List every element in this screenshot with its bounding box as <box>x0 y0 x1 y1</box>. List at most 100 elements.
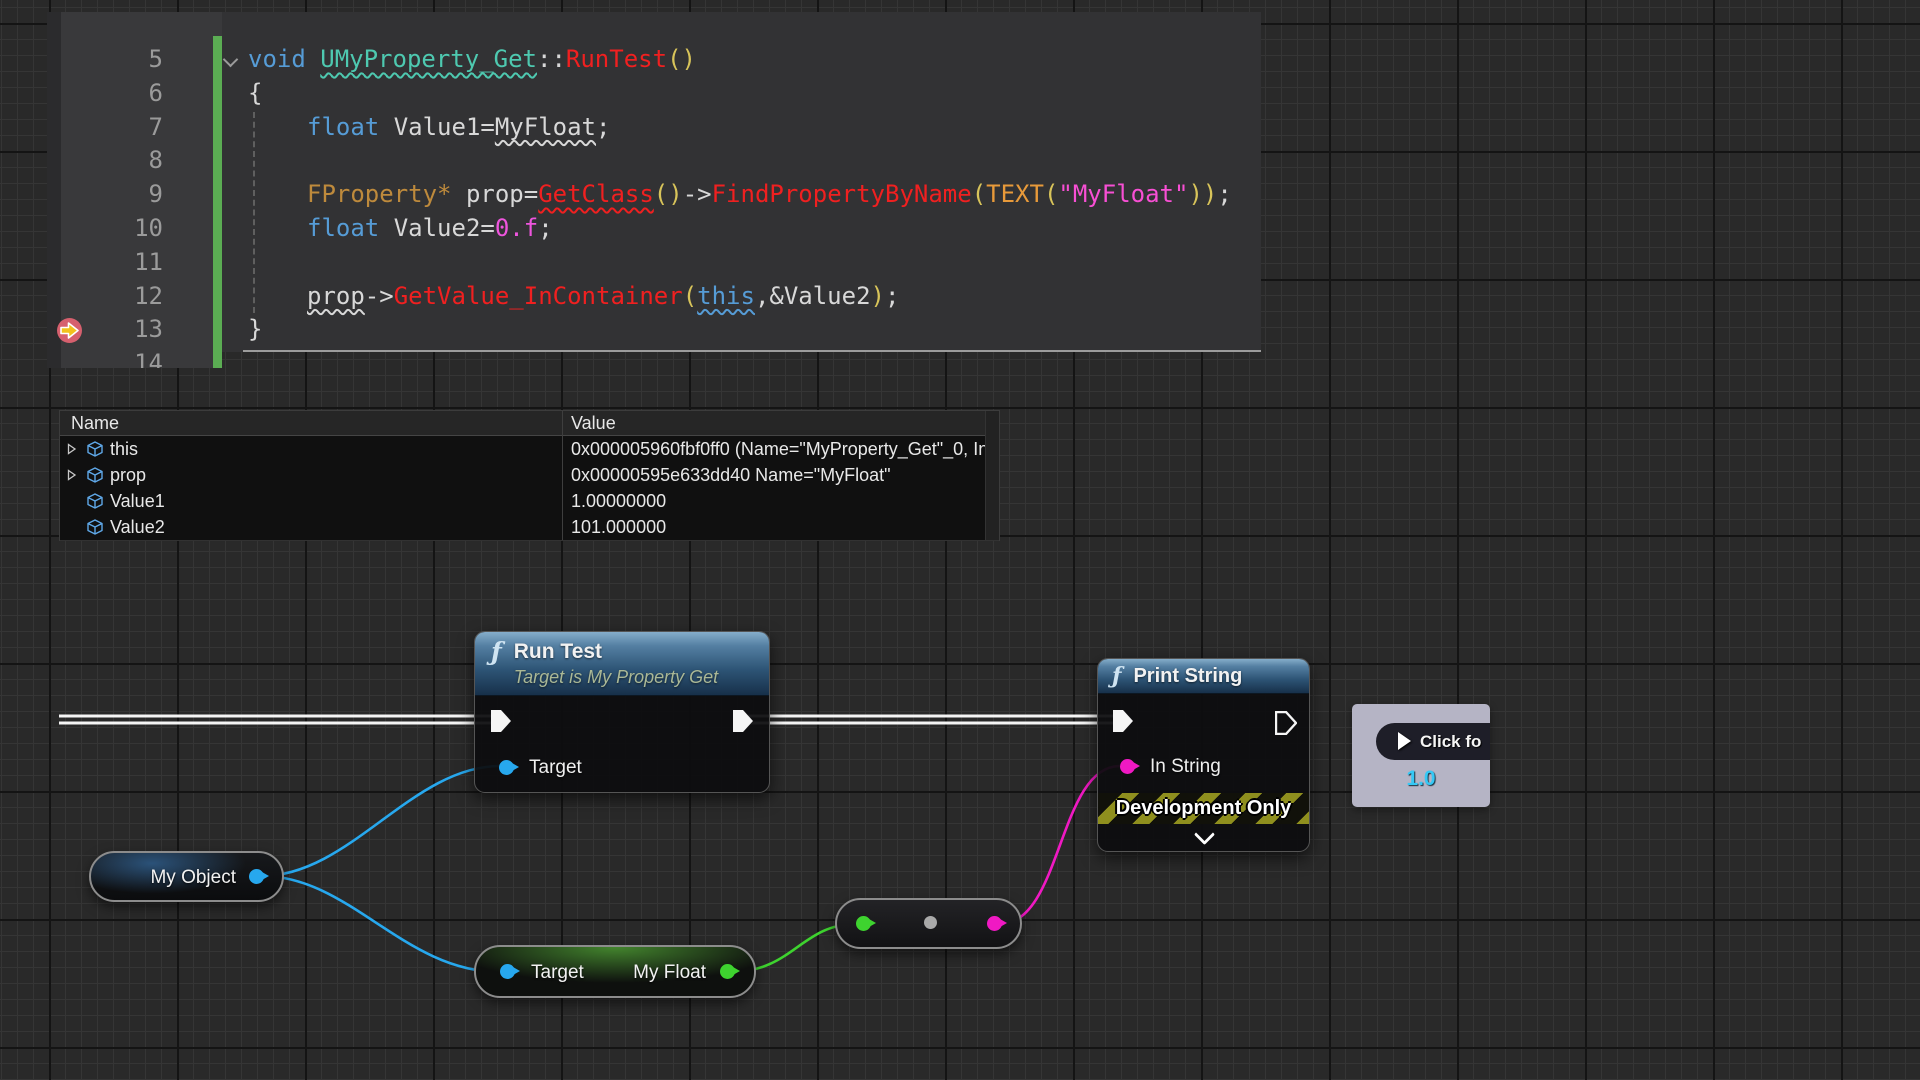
code-token: ; <box>538 214 552 242</box>
exec-out-pin[interactable] <box>732 709 754 733</box>
line-number[interactable]: 6 <box>47 77 163 111</box>
column-name-header[interactable]: Name <box>71 413 119 434</box>
code-token: void <box>248 45 320 73</box>
variable-value: 0x00000595e633dd40 Name="MyFloat" <box>571 465 891 486</box>
code-token: )) <box>1188 180 1217 208</box>
code-token: ) <box>871 282 885 310</box>
code-token: MyFloat <box>495 113 596 141</box>
code-lines[interactable]: void UMyProperty_Get::RunTest(){float Va… <box>222 12 1261 352</box>
variable-icon <box>86 492 104 510</box>
code-token: ; <box>1217 180 1231 208</box>
getter-target-pin[interactable] <box>500 964 515 979</box>
my-float-output-pin[interactable] <box>720 964 735 979</box>
code-line: float Value1=MyFloat; <box>222 111 1261 145</box>
watch-row[interactable]: Value1 1.00000000 <box>60 488 999 515</box>
saved-changes-bar <box>213 36 222 368</box>
development-only-label: Development Only <box>1116 797 1292 820</box>
code-line <box>222 246 1261 280</box>
my-float-label: My Float <box>633 963 706 982</box>
debug-value: 1.0 <box>1352 767 1490 791</box>
code-token: ( <box>683 282 697 310</box>
line-number[interactable]: 9 <box>47 178 163 212</box>
node-print-string[interactable]: ƒ Print String In String Development Onl… <box>1097 658 1310 852</box>
my-object-label: My Object <box>150 868 236 887</box>
watch-scrollbar[interactable] <box>985 411 999 540</box>
column-value-header[interactable]: Value <box>571 413 616 434</box>
in-string-pin[interactable] <box>1120 759 1135 774</box>
wire-myobject-to-getter-target <box>262 876 500 972</box>
code-token: RunTest <box>566 45 667 73</box>
node-run-test-header[interactable]: ƒ Run Test Target is My Property Get <box>475 632 769 696</box>
line-number[interactable]: 7 <box>47 111 163 145</box>
line-number[interactable]: 11 <box>47 246 163 280</box>
code-token: () <box>667 45 696 73</box>
click-for-more-label: Click fo <box>1420 732 1481 752</box>
code-token: this <box>697 282 755 310</box>
code-token: FProperty* <box>307 180 452 208</box>
node-float-to-string-conversion[interactable] <box>835 898 1022 949</box>
fold-chevron-icon[interactable] <box>223 52 239 68</box>
code-token: ( <box>1044 180 1058 208</box>
node-print-string-header[interactable]: ƒ Print String <box>1098 659 1309 694</box>
getter-target-label: Target <box>531 963 584 982</box>
code-token: TEXT <box>986 180 1044 208</box>
code-line: FProperty* prop=GetClass()->FindProperty… <box>222 178 1261 212</box>
play-cursor-icon <box>1398 732 1411 750</box>
code-token: () <box>654 180 683 208</box>
line-number[interactable]: 12 <box>47 280 163 314</box>
exec-in-pin[interactable] <box>490 709 512 733</box>
code-token: "MyFloat" <box>1058 180 1188 208</box>
node-run-test[interactable]: ƒ Run Test Target is My Property Get Tar… <box>474 631 770 793</box>
conversion-output-pin[interactable] <box>987 916 1002 931</box>
watch-window: Name Value this 0x000005960fbf0ff0 (Name=… <box>59 410 1000 541</box>
variable-name: this <box>110 439 138 460</box>
code-line: void UMyProperty_Get::RunTest() <box>222 43 1261 77</box>
code-token: prop= <box>452 180 539 208</box>
my-object-output-pin[interactable] <box>249 869 264 884</box>
function-icon: ƒ <box>491 639 502 665</box>
code-token: ; <box>596 113 610 141</box>
code-token: GetClass <box>538 180 654 208</box>
watch-row[interactable]: prop0x00000595e633dd40 Name="MyFloat" <box>60 462 999 489</box>
code-token: float <box>307 214 394 242</box>
code-token: ,&Value2 <box>755 282 871 310</box>
watch-row[interactable]: Value2101.000000 <box>60 514 999 541</box>
click-for-more-button[interactable]: Click fo <box>1376 723 1490 760</box>
code-token: Value2= <box>394 214 495 242</box>
line-number[interactable]: 14 <box>47 347 163 368</box>
code-line: prop->GetValue_InContainer(this,&Value2)… <box>222 280 1261 314</box>
conversion-input-pin[interactable] <box>856 916 871 931</box>
code-token: 0.f <box>495 214 538 242</box>
line-number[interactable]: 10 <box>47 212 163 246</box>
exec-out-pin[interactable] <box>1275 711 1297 735</box>
variable-value: 0x000005960fbf0ff0 (Name="MyProperty_Get… <box>571 439 999 460</box>
function-icon: ƒ <box>1112 663 1121 689</box>
node-title: Run Test <box>514 639 718 665</box>
node-title: Print String <box>1133 663 1242 689</box>
exec-in-pin[interactable] <box>1112 709 1134 733</box>
line-number[interactable]: 5 <box>47 43 163 77</box>
variable-name: Value1 <box>110 491 165 512</box>
expand-arrow-icon[interactable] <box>67 469 77 481</box>
code-token: } <box>248 315 262 343</box>
code-line: float Value2=0.f; <box>222 212 1261 246</box>
in-string-pin-label: In String <box>1150 757 1221 776</box>
target-pin[interactable] <box>499 760 514 775</box>
node-get-my-float[interactable]: Target My Float <box>474 945 756 998</box>
code-token: Value1= <box>394 113 495 141</box>
code-token: float <box>307 113 394 141</box>
gutter-numbers: 567891011121314 <box>47 12 163 368</box>
code-token: -> <box>365 282 394 310</box>
variable-value: 1.00000000 <box>571 491 666 512</box>
code-line <box>222 144 1261 178</box>
column-divider[interactable] <box>562 411 563 540</box>
watch-row[interactable]: this 0x000005960fbf0ff0 (Name="MyProperty… <box>60 436 999 463</box>
expand-node-chevron-icon[interactable] <box>1194 824 1215 845</box>
watch-header: Name Value <box>60 411 999 436</box>
expand-arrow-icon[interactable] <box>67 443 77 455</box>
line-number[interactable]: 8 <box>47 144 163 178</box>
indent-guide <box>253 112 255 313</box>
conversion-dot-icon <box>924 916 937 929</box>
node-my-object[interactable]: My Object <box>89 851 284 902</box>
current-statement-arrow-icon[interactable] <box>56 317 83 344</box>
